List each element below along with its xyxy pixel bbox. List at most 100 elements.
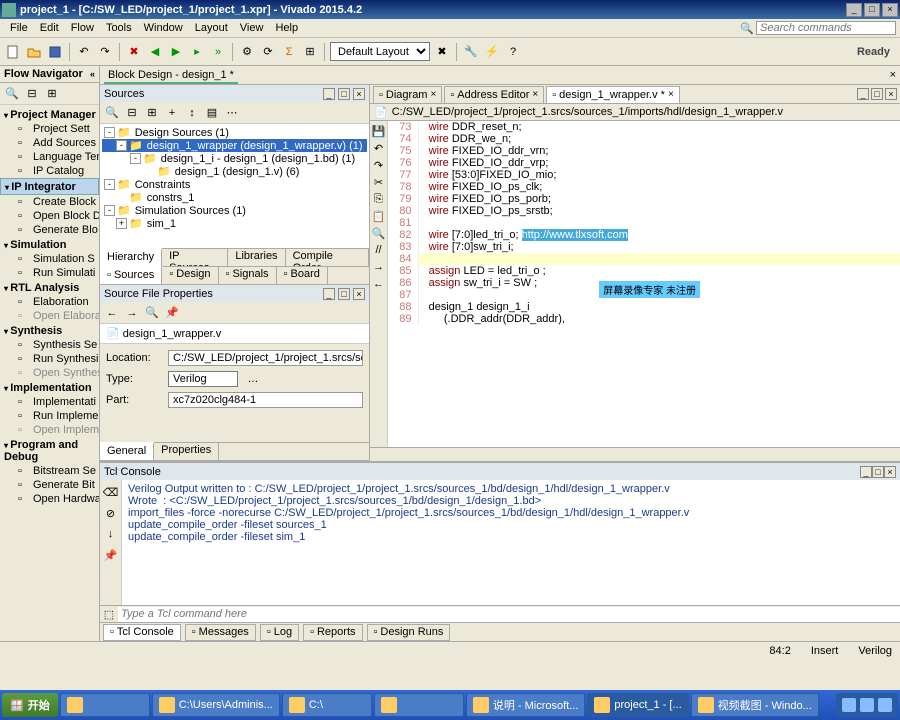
undo-icon[interactable]: ↶ [75,43,93,61]
flownav-item[interactable]: ▫Run Synthesi [0,352,99,366]
code-line[interactable]: wire DDR_we_n; [418,133,900,145]
menu-edit[interactable]: Edit [34,22,65,34]
nav-fwd-icon[interactable]: → [123,304,141,322]
sort-icon[interactable]: ↕ [183,104,201,122]
code-line[interactable]: wire [53:0]FIXED_IO_mio; [418,169,900,181]
nav-back-icon[interactable]: ← [103,304,121,322]
menu-window[interactable]: Window [138,22,189,34]
more-icon[interactable]: ⋯ [223,104,241,122]
bottom-tab[interactable]: ▫Reports [303,624,362,641]
redo-icon[interactable]: ↷ [96,43,114,61]
sources-htab[interactable]: Hierarchy [100,248,162,266]
tcl-output[interactable]: Verilog Output written to : C:/SW_LED/pr… [122,480,900,605]
taskbar-item[interactable]: 视频截图 - Windo... [691,693,819,717]
close-icon[interactable]: × [353,288,365,300]
code-line[interactable]: wire FIXED_IO_ps_porb; [418,193,900,205]
flownav-item[interactable]: ▫Open Impleme [0,423,99,437]
bottom-tab[interactable]: ▫Tcl Console [103,624,181,641]
taskbar-item[interactable]: C:\ [282,693,372,717]
flownav-item[interactable]: ▫Synthesis Se [0,338,99,352]
menu-file[interactable]: File [4,22,34,34]
tray-icon[interactable] [878,698,892,712]
tool2-icon[interactable]: ⚡ [483,43,501,61]
scroll-icon[interactable]: ↓ [102,525,120,543]
flownav-item[interactable]: ▫Run Implemen [0,409,99,423]
expand-icon[interactable]: + [116,218,127,229]
close-icon[interactable]: × [890,69,896,81]
filter-icon[interactable]: ⊞ [301,43,319,61]
find-icon[interactable]: 🔍 [372,226,386,240]
sources-btab[interactable]: ▫ Design [162,267,218,284]
start-button[interactable]: 🪟 开始 [2,693,58,717]
sources-btab[interactable]: ▫ Signals [219,267,277,284]
browse-icon[interactable]: … [244,370,262,388]
flownav-section[interactable]: IP Integrator [0,178,99,195]
code-line[interactable]: design_1 design_1_i [418,301,900,313]
copy-icon[interactable]: ⎘ [372,192,386,206]
help-icon[interactable]: ? [504,43,522,61]
flownav-item[interactable]: ▫Generate Blo [0,223,99,237]
layout-reset-icon[interactable]: ✖ [433,43,451,61]
editor-tab[interactable]: ▫Address Editor× [444,86,544,103]
tree-row[interactable]: -📁Constraints [102,178,367,191]
flownav-item[interactable]: ▫Open Elabora [0,309,99,323]
bottom-tab[interactable]: ▫Design Runs [367,624,451,641]
taskbar-item[interactable] [60,693,150,717]
tray-icon[interactable] [842,698,856,712]
find-icon[interactable]: 🔍 [143,304,161,322]
expand-icon[interactable]: - [104,127,115,138]
flownav-item[interactable]: ▫Open Block D [0,209,99,223]
paste-icon[interactable]: 📋 [372,209,386,223]
system-tray[interactable] [836,693,898,717]
sources-htab[interactable]: Libraries [228,249,285,266]
search-icon[interactable]: 🔍 [103,104,121,122]
tree-row[interactable]: -📁design_1_wrapper (design_1_wrapper.v) … [102,139,367,152]
code-line[interactable] [418,217,900,229]
tool-icon[interactable]: 🔧 [462,43,480,61]
close-icon[interactable]: × [353,88,365,100]
run-next-icon[interactable]: » [209,43,227,61]
flownav-item[interactable]: ▫Run Simulati [0,266,99,280]
flownav-item[interactable]: ▫Create Block [0,195,99,209]
code-line[interactable]: wire [7:0]sw_tri_i; [418,241,900,253]
menu-layout[interactable]: Layout [189,22,234,34]
menu-view[interactable]: View [234,22,270,34]
tree-row[interactable]: -📁Design Sources (1) [102,126,367,139]
open-icon[interactable] [25,43,43,61]
sources-htab[interactable]: IP Sources [162,249,228,266]
add-icon[interactable]: + [163,104,181,122]
property-tab[interactable]: General [100,442,154,460]
taskbar-item[interactable]: 说明 - Microsoft... [466,693,586,717]
minimize-icon[interactable]: _ [323,288,335,300]
menu-flow[interactable]: Flow [65,22,100,34]
tray-icon[interactable] [860,698,874,712]
sources-btab[interactable]: ▫ Board [277,267,328,284]
menu-help[interactable]: Help [269,22,304,34]
collapse-icon[interactable]: « [90,69,95,79]
flownav-item[interactable]: ▫Open Hardwar [0,492,99,506]
flownav-item[interactable]: ▫Elaboration [0,295,99,309]
refresh-icon[interactable]: ⟳ [259,43,277,61]
code-line[interactable]: wire DDR_reset_n; [418,121,900,133]
toggle-icon[interactable]: // [372,243,386,257]
flownav-section[interactable]: Project Manager [0,107,99,122]
gear-icon[interactable]: ⚙ [238,43,256,61]
collapse-icon[interactable]: ⊞ [43,85,61,103]
code-line[interactable]: wire FIXED_IO_ddr_vrn; [418,145,900,157]
layout-select[interactable]: Default Layout [330,42,430,61]
tab-close-icon[interactable]: × [532,89,538,100]
expand-icon[interactable]: - [130,153,141,164]
close-button[interactable]: × [882,3,898,17]
code-line[interactable]: wire FIXED_IO_ps_clk; [418,181,900,193]
flownav-item[interactable]: ▫Bitstream Se [0,464,99,478]
code-line[interactable]: wire FIXED_IO_ddr_vrp; [418,157,900,169]
taskbar-item[interactable]: project_1 - [... [587,693,688,717]
pin-icon[interactable]: 📌 [163,304,181,322]
tcl-command-input[interactable] [118,607,900,622]
cut-icon[interactable]: ✂ [372,175,386,189]
run-back-icon[interactable]: ◀ [146,43,164,61]
code-line[interactable]: assign LED = led_tri_o ; [418,265,900,277]
close-icon[interactable]: × [885,88,897,100]
tree-row[interactable]: 📁constrs_1 [102,191,367,204]
collapse-all-icon[interactable]: ⊟ [123,104,141,122]
